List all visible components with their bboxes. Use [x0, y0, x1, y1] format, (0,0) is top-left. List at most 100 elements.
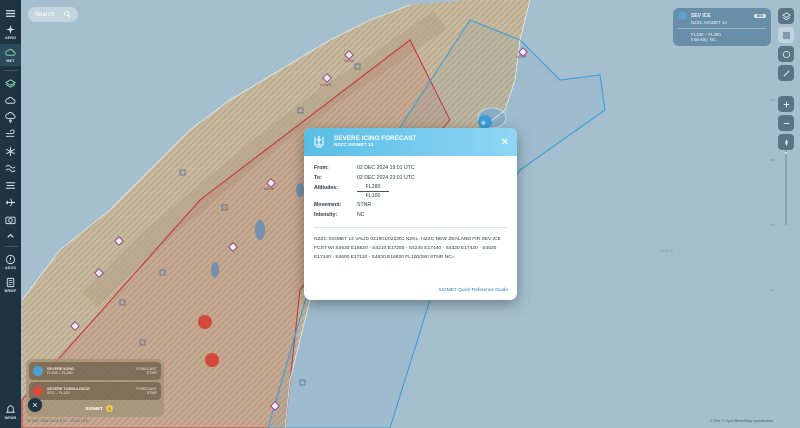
svg-text:SCALE: SCALE: [660, 248, 673, 253]
sigmet-badge: SIG: [753, 13, 766, 18]
chevron-up-icon: [7, 233, 14, 238]
nav-news[interactable]: NEWS: [0, 400, 21, 424]
field-value: 02 DEC 2024 19:01 UTC: [357, 165, 415, 171]
nav-advs[interactable]: ADVS: [0, 251, 21, 273]
zoom-slider[interactable]: [784, 150, 788, 300]
sigmet-summary-title: SEV ICE: [691, 12, 711, 19]
camera-icon: [5, 216, 16, 224]
nav-fog[interactable]: [0, 177, 21, 193]
nav-news-label: NEWS: [4, 416, 17, 420]
nav-camera[interactable]: [0, 211, 21, 227]
altitude-range: FL280 FL100: [357, 183, 389, 200]
zoom-in-button[interactable]: [778, 96, 794, 112]
measure-button[interactable]: [778, 65, 794, 81]
legend-item-movement: STNR: [146, 391, 157, 395]
legend-footer[interactable]: SIGMET 2: [29, 402, 161, 414]
menu-button[interactable]: [0, 6, 21, 20]
turbulence-icon: [5, 164, 16, 172]
field-movement: Movement: STNR: [314, 200, 507, 210]
quick-reference-link[interactable]: SIGMET Quick Reference Guide: [439, 288, 509, 293]
altitude-bottom: FL100: [365, 193, 381, 199]
nav-ice[interactable]: [0, 143, 21, 159]
sigmet-summary-id: NZZC SIGMET 14: [691, 20, 727, 25]
brief-icon: [6, 277, 15, 288]
raw-sigmet-text: NZZC SIGMET 14 VALID 021901/022301 NZKL-…: [314, 237, 501, 260]
icing-icon: [33, 366, 43, 376]
legend-item-range: FL100 – FL280: [47, 371, 73, 375]
field-from: From: 02 DEC 2024 19:01 UTC: [314, 163, 507, 173]
turbulence-marker: [198, 315, 212, 329]
advs-icon: [5, 254, 16, 265]
field-label: Movement:: [314, 202, 342, 208]
cloud-icon: [5, 96, 16, 104]
search-placeholder: Search: [35, 11, 55, 18]
legend-footer-label: SIGMET: [85, 405, 103, 411]
layers-button[interactable]: [778, 8, 794, 24]
nav-plane[interactable]: [0, 194, 21, 210]
map-tools: [778, 8, 794, 150]
nav-turbulence[interactable]: [0, 160, 21, 176]
close-legend-button[interactable]: ×: [28, 398, 42, 412]
fog-icon: [5, 181, 16, 189]
plane-icon: [5, 198, 16, 206]
field-label: To:: [314, 175, 322, 181]
map-label: NZHK: [264, 187, 275, 191]
layers-icon: [5, 78, 16, 88]
map-style-button[interactable]: [778, 27, 794, 43]
close-icon[interactable]: ✕: [501, 137, 509, 148]
nav-aero-label: AERO: [4, 36, 17, 40]
map-icon: [782, 31, 790, 39]
divider: [678, 28, 766, 29]
divider: [3, 70, 18, 71]
search-box[interactable]: Search: [28, 7, 78, 22]
minus-icon: [783, 122, 789, 124]
altitude-top: FL280: [357, 183, 389, 192]
turbulence-marker: [205, 353, 219, 367]
field-altitudes: Altitudes: FL280 FL100: [314, 183, 507, 200]
map-label: NZNS: [344, 59, 355, 63]
field-intensity: Intensity: NC: [314, 210, 507, 220]
zoom-out-button[interactable]: [778, 115, 794, 131]
ruler-icon: [782, 69, 790, 77]
divider: [314, 227, 507, 228]
nav-met-label: MET: [6, 59, 15, 63]
nav-cloud[interactable]: [0, 92, 21, 108]
nav-brief-label: BRIEF: [4, 289, 17, 293]
sigmet-summary-panel[interactable]: SEV ICE SIG NZZC SIGMET 14 FL100 – FL280…: [673, 8, 771, 46]
map-label: NZWF: [516, 55, 528, 59]
turbulence-icon: [33, 386, 43, 396]
plus-icon: [783, 101, 789, 107]
compass-icon: [784, 138, 788, 146]
legend-item-turbulence[interactable]: SEVERE TURBULENCE SFC – FL120 FORECAST S…: [29, 382, 161, 400]
menu-icon: [5, 9, 16, 17]
aero-icon: [5, 24, 16, 35]
ice-icon: [6, 146, 15, 156]
nav-layers[interactable]: [0, 75, 21, 91]
collapse-button[interactable]: [0, 228, 21, 242]
icing-sigmet-icon: [314, 136, 324, 148]
sigmet-summary-intensity: Intensity: NC: [691, 37, 717, 42]
compass-button[interactable]: [778, 134, 794, 150]
icing-icon: [678, 11, 687, 20]
dialog-header: SEVERE ICING FORECAST NZZC SIGMET 14 ✕: [304, 128, 517, 156]
globe-button[interactable]: [778, 46, 794, 62]
field-label: Intensity:: [314, 212, 338, 218]
map-label: NZWS: [320, 83, 332, 87]
divider: [3, 246, 18, 247]
nav-aero[interactable]: AERO: [0, 21, 21, 43]
legend-item-icing[interactable]: SEVERE ICING FL100 – FL280 FORECAST STNR: [29, 362, 161, 380]
svg-text:❄: ❄: [481, 120, 486, 127]
notifications-icon: [5, 405, 16, 413]
wind-icon: [5, 128, 15, 137]
dialog-title: SEVERE ICING FORECAST: [334, 135, 417, 142]
active-layers-legend: SEVERE ICING FL100 – FL280 FORECAST STNR…: [26, 359, 164, 417]
field-value: STNR: [357, 202, 372, 208]
field-label: Altitudes:: [314, 185, 338, 191]
search-icon: [64, 11, 71, 18]
nav-storm[interactable]: [0, 109, 21, 125]
nav-met[interactable]: MET: [0, 44, 21, 66]
legend-footer-count: 2: [106, 404, 113, 412]
sigmet-detail-dialog: SEVERE ICING FORECAST NZZC SIGMET 14 ✕ F…: [304, 128, 517, 300]
nav-brief[interactable]: BRIEF: [0, 274, 21, 296]
nav-wind[interactable]: [0, 126, 21, 142]
